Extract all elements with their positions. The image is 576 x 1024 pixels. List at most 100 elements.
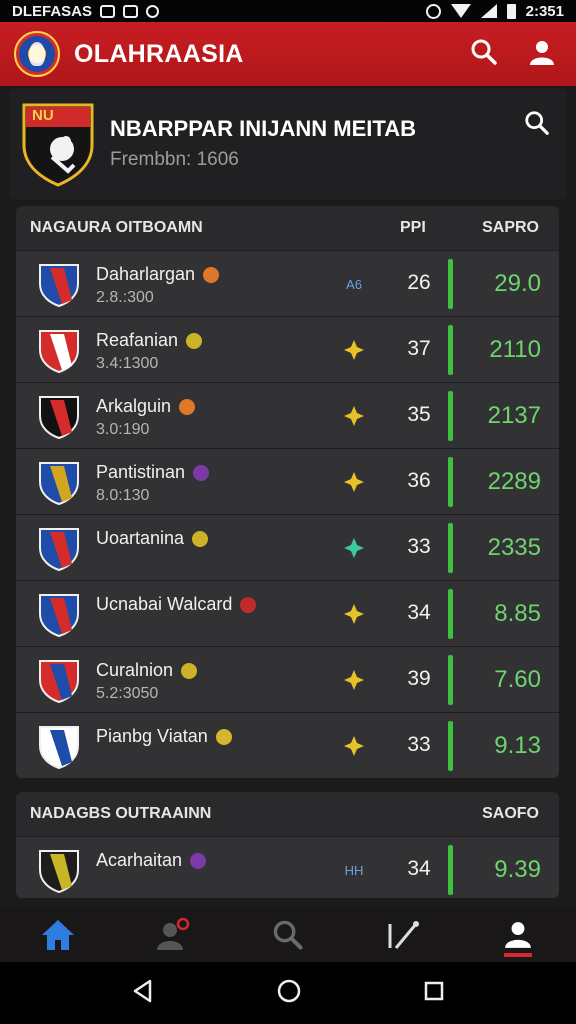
team-row-name-wrap: Acarhaitan: [96, 850, 207, 871]
form-indicator-icon: [342, 603, 366, 625]
team-row[interactable]: Ucnabai Walcard 34 8.85: [16, 580, 559, 646]
team-row[interactable]: Daharlargan 2.8.:300 A6 26 29.0: [16, 250, 559, 316]
team-badge-icon: [240, 596, 257, 613]
carrier-text: DLEFASAS: [12, 2, 93, 20]
team-row-points: 35: [407, 403, 431, 426]
signal-icon: [480, 4, 497, 18]
team-row-meta: 3.0:190: [96, 421, 150, 438]
team-row-points: 33: [407, 733, 431, 756]
team-row[interactable]: Arkalguin 3.0:190 35 2137: [16, 382, 559, 448]
recents-icon[interactable]: [422, 979, 446, 1008]
team-badge-icon: [215, 728, 232, 745]
nav-stats[interactable]: [379, 911, 427, 959]
crest-label: NU: [32, 107, 54, 124]
team-row-name: Acarhaitan: [96, 850, 183, 870]
team-row-meta: 8.0:130: [96, 487, 150, 504]
second-header: NADAGBS OUTRAAINN SAOFO: [16, 792, 559, 836]
form-indicator-icon: HH: [342, 859, 366, 881]
profile-icon[interactable]: [528, 38, 556, 71]
team-row-name-wrap: Arkalguin: [96, 396, 196, 417]
form-indicator-icon: [342, 339, 366, 361]
team-row-score: 2137: [487, 402, 541, 429]
team-row[interactable]: Pantistinan 8.0:130 36 2289: [16, 448, 559, 514]
chart-pen-icon: [388, 921, 420, 949]
team-subtitle: Frembbn: 1606: [110, 149, 239, 171]
pts-column-label: PPI: [400, 219, 426, 236]
standings-card: NAGAURA OITBOAMN PPI SAPRO Daharlargan 2…: [16, 206, 559, 778]
home-circle-icon[interactable]: [275, 977, 303, 1010]
team-badge-icon: [192, 530, 209, 547]
team-row[interactable]: Pianbg Viatan 33 9.13: [16, 712, 559, 778]
team-row[interactable]: Uoartanina 33 2335: [16, 514, 559, 580]
team-row-name: Arkalguin: [96, 396, 172, 416]
club-shield-icon: [39, 850, 79, 894]
team-row-points: 34: [407, 857, 431, 880]
team-row[interactable]: Acarhaitan HH 34 9.39: [16, 836, 559, 898]
team-search-icon[interactable]: [524, 110, 550, 141]
team-row[interactable]: Curalnion 5.2:3050 39 7.60: [16, 646, 559, 712]
nav-profile[interactable]: [494, 911, 542, 959]
rank-marker-icon: [344, 340, 364, 360]
team-row-name-wrap: Reafanian: [96, 330, 203, 351]
score-bar: [448, 325, 453, 375]
score-bar: [448, 845, 453, 895]
club-shield-icon: [39, 528, 79, 572]
nav-search[interactable]: [264, 911, 312, 959]
club-shield-icon: [39, 660, 79, 704]
team-name: NBARPPAR INIJANN MEITAB: [110, 115, 416, 141]
team-row-points: 39: [407, 667, 431, 690]
status-left: DLEFASAS: [12, 2, 160, 20]
team-row-name-wrap: Daharlargan: [96, 264, 220, 285]
rank-marker-icon: [344, 736, 364, 756]
team-row-name-wrap: Curalnion: [96, 660, 198, 681]
form-indicator-text: HH: [344, 862, 364, 878]
score-bar: [448, 655, 453, 705]
status-right: 2:351: [425, 2, 564, 20]
alarm-icon: [425, 3, 441, 19]
team-row-name: Ucnabai Walcard: [96, 594, 233, 614]
nav-home[interactable]: [34, 911, 82, 959]
score-bar: [448, 589, 453, 639]
score-bar: [448, 259, 453, 309]
team-row-points: 26: [407, 271, 431, 294]
team-row-score: 2289: [487, 468, 541, 495]
standings-title: NAGAURA OITBOAMN: [30, 219, 203, 236]
team-row-score: 2335: [487, 534, 541, 561]
rank-marker-icon: [344, 406, 364, 426]
search-icon[interactable]: [470, 38, 498, 71]
user-pin-icon: [156, 918, 190, 950]
team-row-points: 33: [407, 535, 431, 558]
form-indicator-icon: A6: [342, 273, 366, 295]
team-row-points: 37: [407, 337, 431, 360]
team-row-name: Pianbg Viatan: [96, 726, 208, 746]
team-row-meta: 2.8.:300: [96, 289, 154, 306]
team-badge-icon: [179, 398, 196, 415]
rank-marker-icon: [344, 538, 364, 558]
team-row-name-wrap: Ucnabai Walcard: [96, 594, 257, 615]
app-logo-icon[interactable]: [14, 31, 60, 77]
standings-header: NAGAURA OITBOAMN PPI SAPRO: [16, 206, 559, 250]
back-icon[interactable]: [130, 978, 156, 1009]
team-row-name: Daharlargan: [96, 264, 196, 284]
team-row-name: Curalnion: [96, 660, 174, 680]
team-row-score: 2110: [489, 336, 541, 363]
team-row-name-wrap: Pianbg Viatan: [96, 726, 232, 747]
team-row-score: 29.0: [494, 270, 541, 297]
team-row-score: 9.39: [494, 856, 541, 883]
team-row-name-wrap: Pantistinan: [96, 462, 210, 483]
form-indicator-icon: [342, 405, 366, 427]
nav-people[interactable]: [149, 911, 197, 959]
team-badge-icon: [186, 332, 203, 349]
app-notification-icon: [123, 4, 139, 18]
team-row-points: 36: [407, 469, 431, 492]
second-list: Acarhaitan HH 34 9.39: [16, 836, 559, 898]
team-row-score: 7.60: [494, 666, 541, 693]
rank-marker-icon: [344, 472, 364, 492]
system-nav: [0, 962, 576, 1024]
team-row-score: 9.13: [494, 732, 541, 759]
club-shield-icon: [39, 726, 79, 770]
score-column-label: SAPRO: [482, 219, 539, 236]
team-row[interactable]: Reafanian 3.4:1300 37 2110: [16, 316, 559, 382]
clock: 2:351: [525, 2, 564, 20]
standings-list: Daharlargan 2.8.:300 A6 26 29.0 Reafania…: [16, 250, 559, 778]
